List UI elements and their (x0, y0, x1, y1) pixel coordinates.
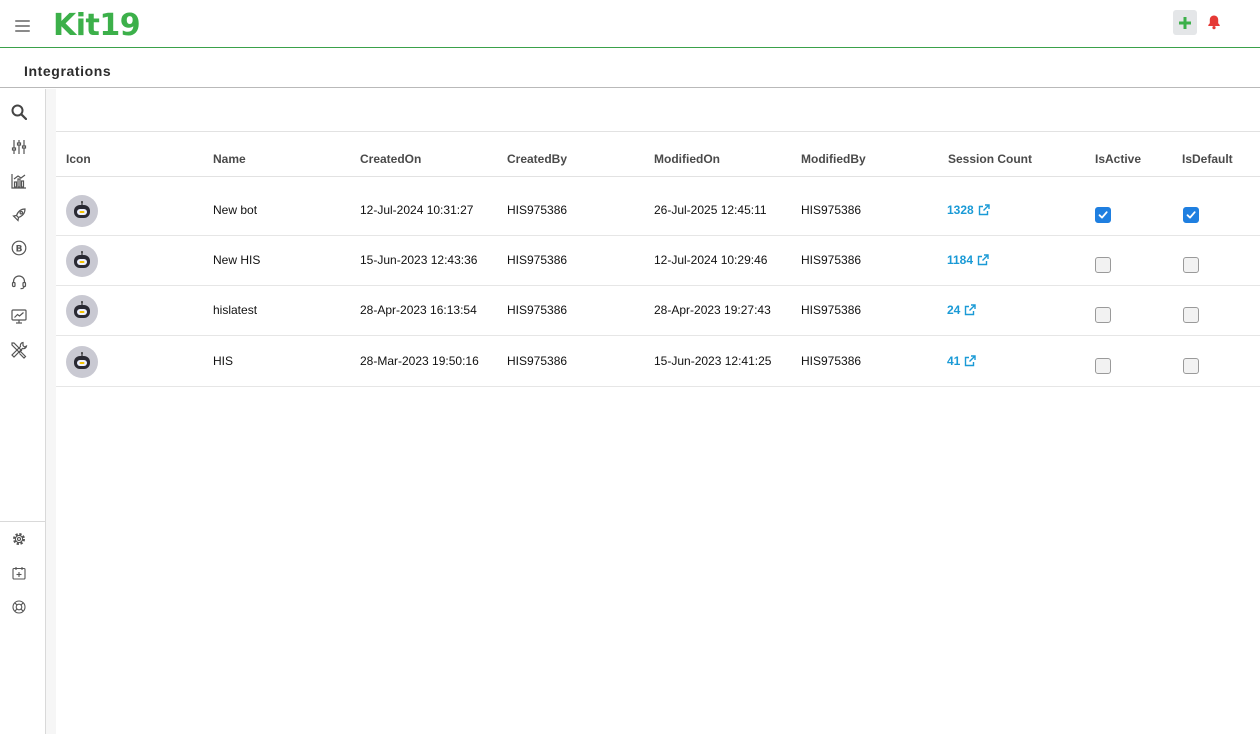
column-header-modified-on[interactable]: ModifiedOn (654, 152, 720, 166)
svg-text:B: B (16, 245, 23, 255)
bell-icon[interactable] (1206, 14, 1222, 30)
external-link-icon (978, 204, 990, 216)
cell-created-on: 12-Jul-2024 10:31:27 (360, 203, 474, 217)
cell-modified-by: HIS975386 (801, 354, 862, 368)
cell-modified-by: HIS975386 (801, 203, 862, 217)
sidebar: B (0, 89, 46, 734)
add-button[interactable] (1173, 10, 1197, 35)
monitor-chart-icon[interactable] (9, 306, 29, 326)
session-count-link[interactable]: 41 (947, 354, 977, 368)
main-content: Icon Name CreatedOn CreatedBy ModifiedOn… (46, 89, 1260, 734)
cell-modified-on: 12-Jul-2024 10:29:46 (654, 253, 768, 267)
top-bar: Kit19 (0, 0, 1260, 48)
external-link-icon (964, 355, 977, 367)
app-logo[interactable]: Kit19 (53, 8, 141, 43)
cell-created-by: HIS975386 (507, 354, 568, 368)
table-row[interactable]: New HIS 15-Jun-2023 12:43:36 HIS975386 12-J… (56, 236, 1260, 286)
sliders-icon[interactable] (9, 137, 29, 157)
session-count-value: 24 (947, 303, 961, 317)
bot-avatar-icon (66, 295, 98, 327)
is-active-checkbox[interactable] (1095, 358, 1111, 374)
analytics-icon[interactable] (9, 171, 29, 191)
cell-created-on: 15-Jun-2023 12:43:36 (360, 253, 478, 267)
column-header-icon: Icon (66, 152, 91, 166)
session-count-value: 41 (947, 354, 961, 368)
headset-icon[interactable] (9, 272, 29, 292)
external-link-icon (964, 304, 977, 316)
bot-avatar-icon (66, 195, 98, 227)
bot-avatar-icon (66, 245, 98, 277)
gear-icon[interactable] (9, 529, 29, 549)
cell-modified-by: HIS975386 (801, 253, 862, 267)
column-header-created-on[interactable]: CreatedOn (360, 152, 421, 166)
cell-name: HIS (213, 354, 234, 368)
cell-created-on: 28-Apr-2023 16:13:54 (360, 303, 477, 317)
session-count-link[interactable]: 1184 (947, 253, 989, 267)
session-count-value: 1184 (947, 253, 974, 267)
is-default-checkbox[interactable] (1183, 307, 1199, 323)
cell-modified-on: 28-Apr-2023 19:27:43 (654, 303, 771, 317)
table-row[interactable]: hislatest 28-Apr-2023 16:13:54 HIS975386 28… (56, 286, 1260, 336)
is-active-checkbox[interactable] (1095, 257, 1111, 273)
is-default-checkbox[interactable] (1183, 207, 1199, 223)
help-icon[interactable] (9, 597, 29, 617)
page-title: Integrations (24, 63, 112, 79)
table-row[interactable]: New bot 12-Jul-2024 10:31:27 HIS975386 26-J… (56, 186, 1260, 236)
sidebar-divider (0, 521, 45, 522)
cell-name: New bot (213, 203, 258, 217)
column-header-session-count[interactable]: Session Count (948, 152, 1032, 166)
add-calendar-icon[interactable] (9, 563, 29, 583)
billing-icon[interactable]: B (9, 238, 29, 258)
column-header-is-default[interactable]: IsDefault (1182, 152, 1233, 166)
column-header-name[interactable]: Name (213, 152, 246, 166)
cell-modified-on: 15-Jun-2023 12:41:25 (654, 354, 772, 368)
table-row[interactable]: HIS 28-Mar-2023 19:50:16 HIS975386 15-Jun-2… (56, 337, 1260, 387)
cell-created-by: HIS975386 (507, 253, 568, 267)
is-active-checkbox[interactable] (1095, 307, 1111, 323)
column-header-created-by[interactable]: CreatedBy (507, 152, 567, 166)
cell-name: hislatest (213, 303, 258, 317)
search-icon[interactable] (9, 102, 29, 122)
content-gutter (46, 89, 56, 734)
plus-icon (1179, 16, 1191, 29)
bot-avatar-icon (66, 346, 98, 378)
cell-name: New HIS (213, 253, 261, 267)
cell-modified-by: HIS975386 (801, 303, 862, 317)
is-default-checkbox[interactable] (1183, 257, 1199, 273)
hamburger-menu-icon[interactable] (15, 20, 30, 32)
rocket-icon[interactable] (9, 205, 29, 225)
column-header-modified-by[interactable]: ModifiedBy (801, 152, 866, 166)
cell-created-by: HIS975386 (507, 303, 568, 317)
session-count-link[interactable]: 1328 (947, 203, 990, 217)
cell-modified-on: 26-Jul-2025 12:45:11 (654, 203, 767, 217)
table-header-border (56, 176, 1260, 177)
tools-icon[interactable] (9, 340, 29, 360)
column-header-is-active[interactable]: IsActive (1095, 152, 1141, 166)
table-top-border (56, 131, 1260, 132)
external-link-icon (977, 254, 989, 266)
cell-created-by: HIS975386 (507, 203, 568, 217)
session-count-value: 1328 (947, 203, 974, 217)
is-default-checkbox[interactable] (1183, 358, 1199, 374)
session-count-link[interactable]: 24 (947, 303, 977, 317)
is-active-checkbox[interactable] (1095, 207, 1111, 223)
cell-created-on: 28-Mar-2023 19:50:16 (360, 354, 479, 368)
page-header: Integrations (0, 49, 1260, 88)
